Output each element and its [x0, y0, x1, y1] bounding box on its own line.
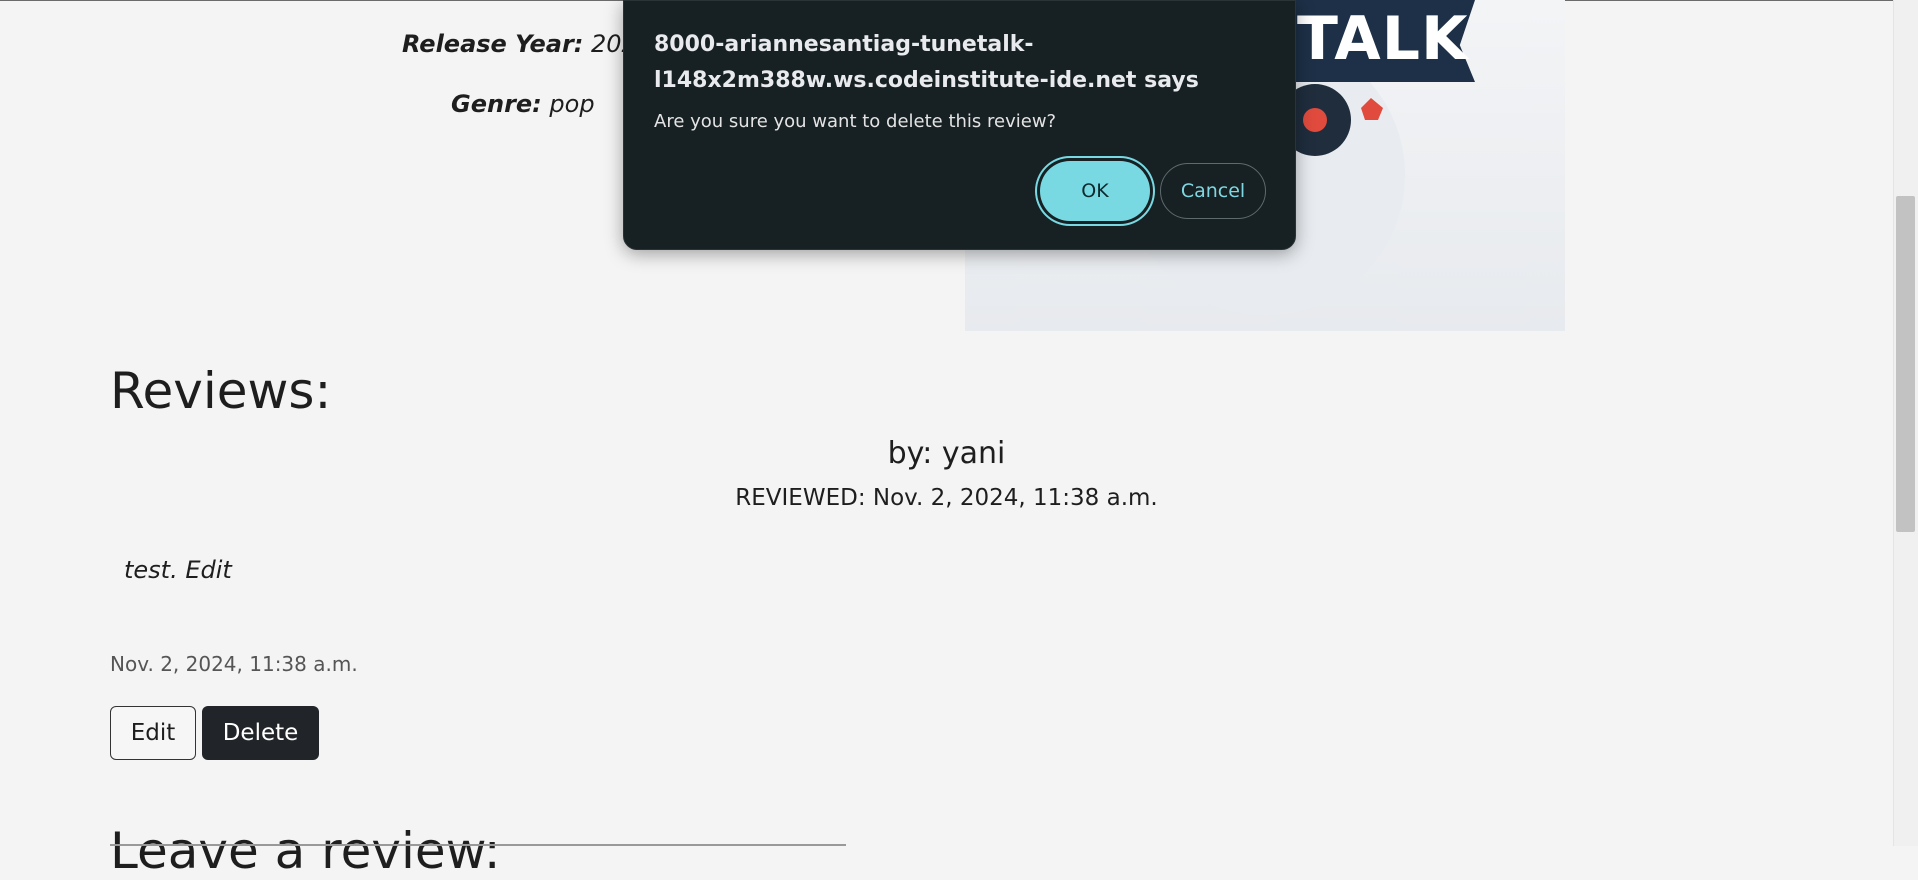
- edit-review-button[interactable]: Edit: [110, 706, 196, 760]
- review-body: test. Edit: [124, 556, 232, 584]
- scrollbar-thumb[interactable]: [1896, 196, 1915, 532]
- reviews-heading: Reviews:: [110, 362, 332, 420]
- release-year: Release Year: 2024: [402, 30, 652, 58]
- leave-review-heading: Leave a review:: [110, 822, 501, 880]
- art-record-center: [1303, 108, 1327, 132]
- genre-value: pop: [549, 90, 595, 118]
- confirm-dialog: 8000-ariannesantiag-tunetalk-l148x2m388w…: [623, 0, 1296, 250]
- review-author: by: yani: [887, 436, 1006, 471]
- genre: Genre: pop: [451, 90, 595, 118]
- delete-review-button[interactable]: Delete: [202, 706, 319, 760]
- dialog-ok-button[interactable]: OK: [1040, 161, 1150, 221]
- dialog-cancel-button[interactable]: Cancel: [1160, 163, 1266, 219]
- release-year-label: Release Year:: [402, 30, 584, 58]
- dialog-message: Are you sure you want to delete this rev…: [654, 111, 1057, 132]
- dialog-title: 8000-ariannesantiag-tunetalk-l148x2m388w…: [654, 32, 1199, 93]
- review-timestamp: REVIEWED: Nov. 2, 2024, 11:38 a.m.: [735, 485, 1158, 511]
- review-date: Nov. 2, 2024, 11:38 a.m.: [110, 652, 358, 676]
- genre-label: Genre:: [451, 90, 542, 118]
- art-logo-text: TALK: [1297, 4, 1469, 74]
